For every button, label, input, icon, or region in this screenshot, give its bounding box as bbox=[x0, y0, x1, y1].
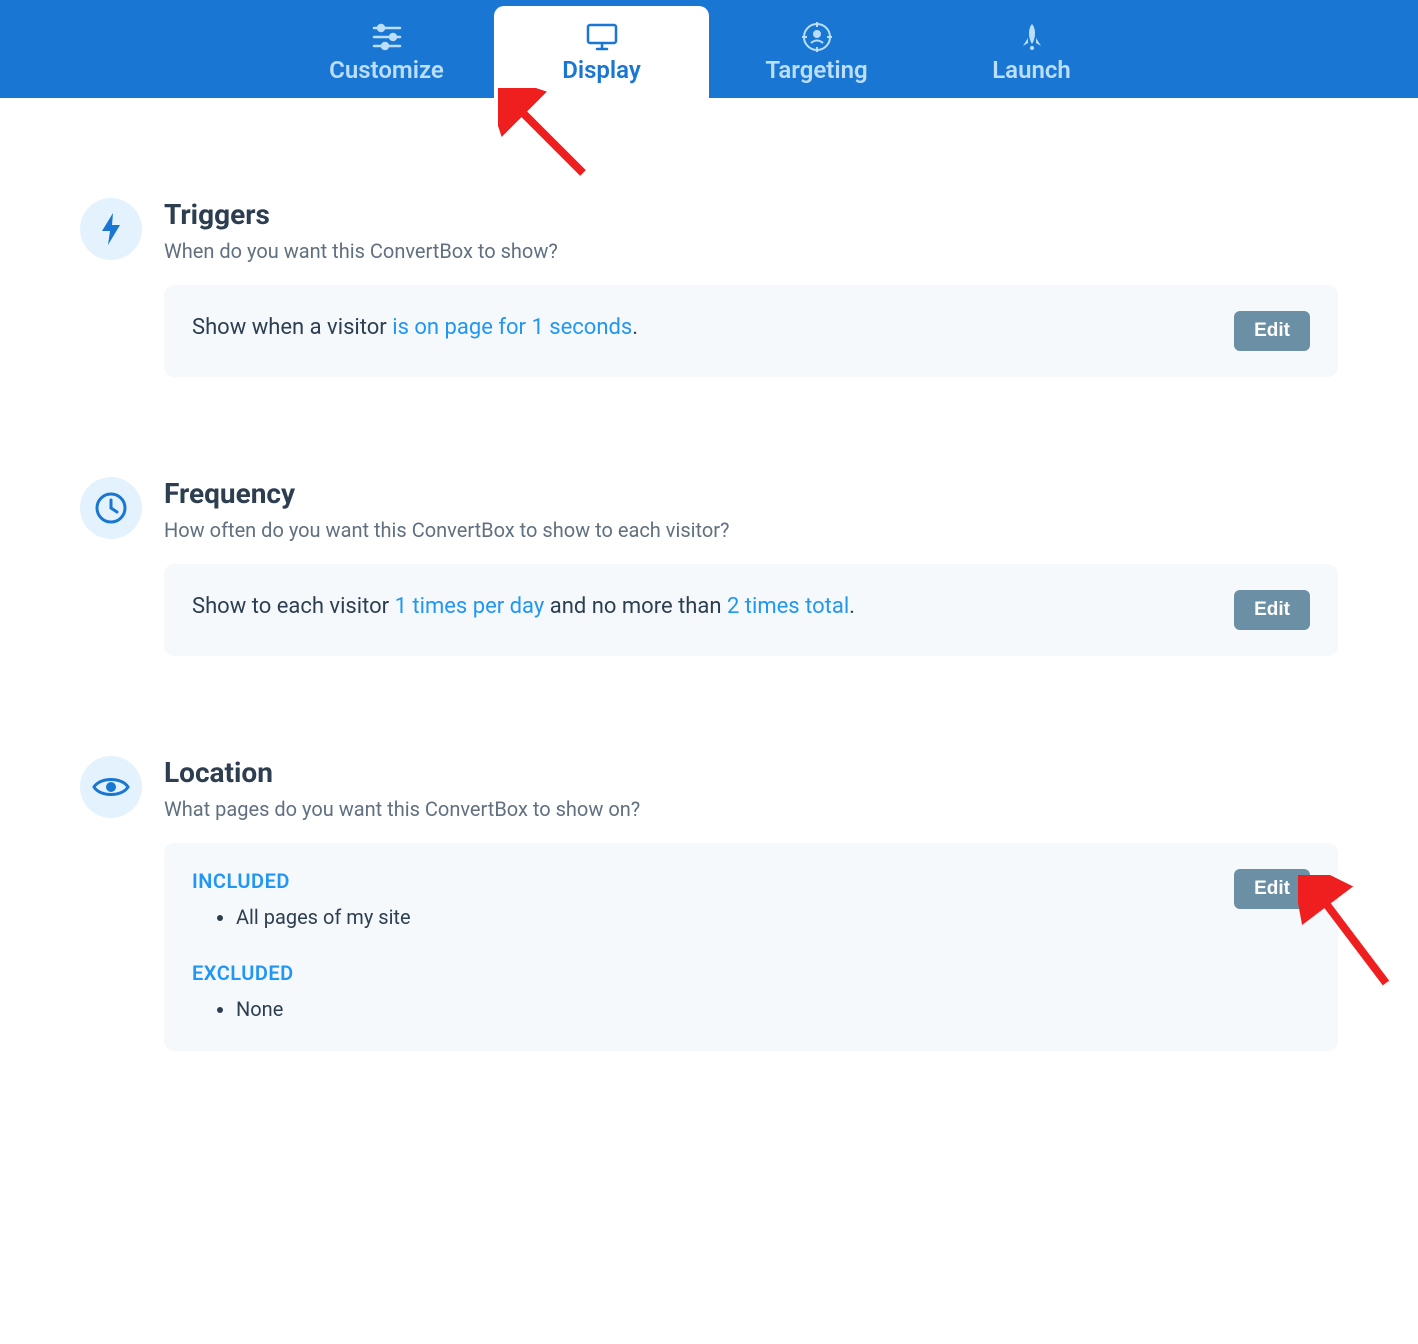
tab-label: Customize bbox=[329, 56, 444, 84]
tab-launch[interactable]: Launch bbox=[924, 0, 1139, 98]
top-nav: Customize Display Targeting bbox=[0, 0, 1418, 98]
included-list: All pages of my site bbox=[192, 901, 1214, 933]
tab-customize[interactable]: Customize bbox=[279, 0, 494, 98]
rocket-icon bbox=[1018, 20, 1046, 54]
eye-icon bbox=[80, 756, 142, 818]
trigger-condition-link[interactable]: is on page for 1 seconds bbox=[392, 315, 632, 340]
section-desc: When do you want this ConvertBox to show… bbox=[164, 239, 1338, 263]
included-group: INCLUDED All pages of my site bbox=[192, 869, 1214, 933]
frequency-card: Show to each visitor 1 times per day and… bbox=[164, 564, 1338, 656]
edit-frequency-button[interactable]: Edit bbox=[1234, 590, 1310, 630]
tab-targeting[interactable]: Targeting bbox=[709, 0, 924, 98]
section-title: Location bbox=[164, 756, 1338, 789]
section-triggers: Triggers When do you want this ConvertBo… bbox=[80, 198, 1338, 377]
excluded-heading: EXCLUDED bbox=[192, 961, 1214, 985]
section-desc: How often do you want this ConvertBox to… bbox=[164, 518, 1338, 542]
tab-label: Display bbox=[562, 56, 641, 84]
bolt-icon bbox=[80, 198, 142, 260]
tab-label: Launch bbox=[992, 56, 1071, 84]
section-title: Frequency bbox=[164, 477, 1338, 510]
tab-display[interactable]: Display bbox=[494, 6, 709, 98]
triggers-card: Show when a visitor is on page for 1 sec… bbox=[164, 285, 1338, 377]
sliders-icon bbox=[371, 20, 403, 54]
excluded-list: None bbox=[192, 993, 1214, 1025]
clock-icon bbox=[80, 477, 142, 539]
included-heading: INCLUDED bbox=[192, 869, 1214, 893]
monitor-icon bbox=[585, 20, 619, 54]
tab-label: Targeting bbox=[765, 56, 867, 84]
frequency-per-day-link[interactable]: 1 times per day bbox=[395, 594, 545, 619]
frequency-summary: Show to each visitor 1 times per day and… bbox=[192, 590, 855, 623]
target-icon bbox=[801, 20, 833, 54]
frequency-total-link[interactable]: 2 times total bbox=[727, 594, 849, 619]
section-desc: What pages do you want this ConvertBox t… bbox=[164, 797, 1338, 821]
section-location: Location What pages do you want this Con… bbox=[80, 756, 1338, 1051]
edit-location-button[interactable]: Edit bbox=[1234, 869, 1310, 909]
triggers-summary: Show when a visitor is on page for 1 sec… bbox=[192, 311, 638, 344]
annotation-arrow bbox=[1298, 875, 1398, 995]
main-content: Triggers When do you want this ConvertBo… bbox=[0, 98, 1418, 1151]
edit-triggers-button[interactable]: Edit bbox=[1234, 311, 1310, 351]
list-item: None bbox=[236, 993, 1214, 1025]
location-card: INCLUDED All pages of my site EXCLUDED N… bbox=[164, 843, 1338, 1051]
excluded-group: EXCLUDED None bbox=[192, 961, 1214, 1025]
section-title: Triggers bbox=[164, 198, 1338, 231]
list-item: All pages of my site bbox=[236, 901, 1214, 933]
section-frequency: Frequency How often do you want this Con… bbox=[80, 477, 1338, 656]
